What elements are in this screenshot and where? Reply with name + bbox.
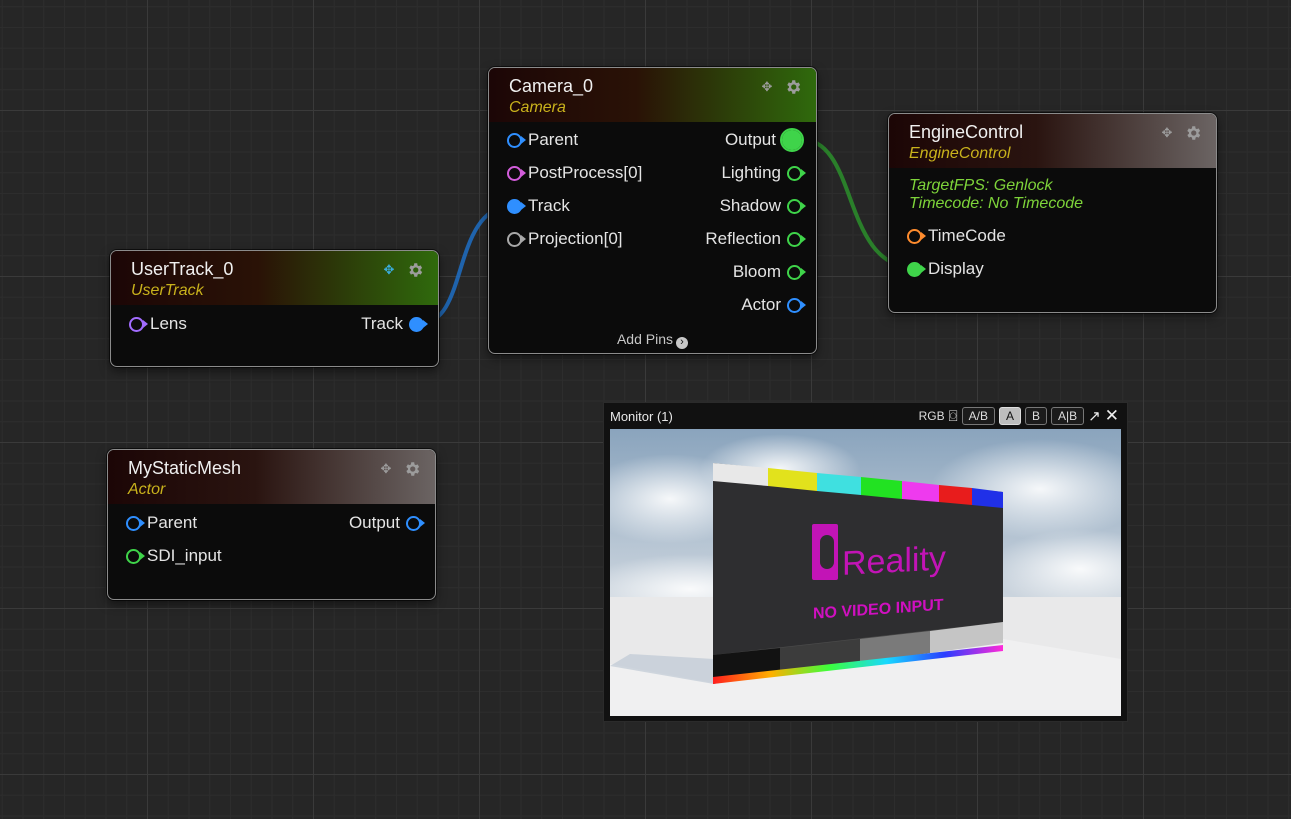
pin-connector-icon[interactable] [907, 261, 926, 277]
monitor-viewport[interactable]: Reality NO VIDEO INPUT [610, 429, 1121, 716]
add-pins-button[interactable]: Add Pins › [489, 331, 816, 349]
pin-track-in[interactable]: Track [507, 194, 570, 218]
node-header[interactable]: Camera_0 Camera ✥ [489, 68, 816, 122]
move-icon[interactable]: ✥ [377, 460, 395, 478]
pin-label: SDI_input [147, 546, 222, 565]
node-usertrack[interactable]: UserTrack_0 UserTrack ✥ Lens Track [110, 250, 439, 367]
pin-label: Reflection [705, 229, 781, 248]
screen-brand-text: Reality [842, 539, 946, 582]
pin-connector-icon[interactable] [507, 231, 526, 247]
pin-connector-icon[interactable] [507, 132, 526, 148]
pin-parent[interactable]: Parent [126, 511, 197, 535]
move-icon[interactable]: ✥ [758, 78, 776, 96]
ab-compare-button[interactable]: A/B [961, 407, 996, 425]
pin-output[interactable]: Output [348, 511, 425, 535]
pin-connector-icon[interactable] [787, 264, 806, 280]
pin-postprocess[interactable]: PostProcess[0] [507, 161, 642, 185]
pin-connector-icon[interactable] [787, 297, 806, 313]
pin-label: Bloom [732, 262, 781, 281]
pin-lighting[interactable]: Lighting [721, 161, 806, 185]
screenshot-icon[interactable]: ⌼ [949, 408, 958, 425]
pin-connector-icon[interactable] [780, 128, 804, 152]
node-enginecontrol[interactable]: EngineControl EngineControl ✥ TargetFPS:… [888, 113, 1217, 313]
node-mystaticmesh[interactable]: MyStaticMesh Actor ✥ Parent SDI_input Ou… [107, 449, 436, 600]
b-view-button[interactable]: B [1025, 407, 1048, 425]
pin-connector-icon[interactable] [126, 548, 145, 564]
a-view-button[interactable]: A [999, 407, 1022, 425]
pin-actor[interactable]: Actor [741, 293, 806, 317]
pin-label: PostProcess[0] [528, 163, 643, 182]
arrow-up-right-icon[interactable]: ↗ [1088, 407, 1101, 425]
pin-projection[interactable]: Projection[0] [507, 227, 623, 251]
pin-label: Output [724, 130, 776, 149]
pin-label: Parent [528, 130, 579, 149]
node-title: EngineControl [909, 122, 1024, 142]
pin-label: Parent [147, 513, 198, 532]
pin-track-out[interactable]: Track [361, 312, 428, 336]
pin-connector-icon[interactable] [787, 165, 806, 181]
move-icon[interactable]: ✥ [1158, 124, 1176, 142]
node-title: MyStaticMesh [128, 458, 242, 478]
pin-connector-icon[interactable] [907, 228, 926, 244]
pin-bloom[interactable]: Bloom [732, 260, 806, 284]
node-title: UserTrack_0 [131, 259, 234, 279]
pin-connector-icon[interactable] [406, 515, 425, 531]
monitor-panel[interactable]: Monitor (1) RGB ⌼ A/B A B A|B ↗ ✕ Realit… [603, 402, 1128, 722]
pin-label: Projection[0] [528, 229, 623, 248]
pin-connector-icon[interactable] [126, 515, 145, 531]
add-pins-label: Add Pins [616, 331, 674, 347]
node-type: Camera [509, 99, 566, 116]
node-camera[interactable]: Camera_0 Camera ✥ Parent PostProcess[0] … [488, 67, 817, 354]
pin-connector-icon[interactable] [129, 316, 148, 332]
pin-label: Lighting [721, 163, 781, 182]
pin-lens[interactable]: Lens [129, 312, 187, 336]
timecode-status: Timecode: No Timecode [909, 195, 1084, 212]
node-header[interactable]: EngineControl EngineControl ✥ [889, 114, 1216, 168]
monitor-toolbar: RGB ⌼ A/B A B A|B ↗ ✕ [919, 406, 1119, 426]
viewport-render: Reality NO VIDEO INPUT [610, 429, 1121, 716]
gear-icon[interactable] [784, 78, 802, 96]
node-header[interactable]: MyStaticMesh Actor ✥ [108, 450, 435, 504]
pin-label: Display [928, 259, 984, 278]
pin-label: Output [348, 513, 400, 532]
pin-label: Track [361, 314, 403, 333]
pin-label: Actor [741, 295, 781, 314]
pin-label: Track [528, 196, 570, 215]
pin-output[interactable]: Output [724, 128, 804, 152]
pin-label: Shadow [719, 196, 781, 215]
pin-connector-icon[interactable] [507, 165, 526, 181]
pin-connector-icon[interactable] [507, 198, 526, 214]
pin-label: Lens [150, 314, 187, 333]
add-pins-icon: › [676, 337, 689, 349]
pin-connector-icon[interactable] [787, 231, 806, 247]
pin-shadow[interactable]: Shadow [719, 194, 806, 218]
target-fps-status: TargetFPS: Genlock [909, 177, 1053, 194]
a-split-b-button[interactable]: A|B [1051, 407, 1085, 425]
node-header[interactable]: UserTrack_0 UserTrack ✥ [111, 251, 438, 305]
pin-connector-icon[interactable] [409, 316, 428, 332]
monitor-title: Monitor (1) [610, 409, 673, 424]
node-type: Actor [128, 481, 166, 498]
pin-display[interactable]: Display [907, 257, 984, 281]
gear-icon[interactable] [1184, 124, 1202, 142]
node-type: UserTrack [131, 282, 204, 299]
move-icon[interactable]: ✥ [380, 261, 398, 279]
gear-icon[interactable] [406, 261, 424, 279]
pin-connector-icon[interactable] [787, 198, 806, 214]
pin-timecode[interactable]: TimeCode [907, 224, 1006, 248]
node-type: EngineControl [909, 145, 1011, 162]
channel-selector[interactable]: RGB [919, 409, 945, 423]
close-icon[interactable]: ✕ [1105, 406, 1119, 426]
pin-parent[interactable]: Parent [507, 128, 578, 152]
pin-label: TimeCode [928, 226, 1006, 245]
node-title: Camera_0 [509, 76, 594, 96]
gear-icon[interactable] [403, 460, 421, 478]
pin-sdi-input[interactable]: SDI_input [126, 544, 222, 568]
pin-reflection[interactable]: Reflection [705, 227, 806, 251]
